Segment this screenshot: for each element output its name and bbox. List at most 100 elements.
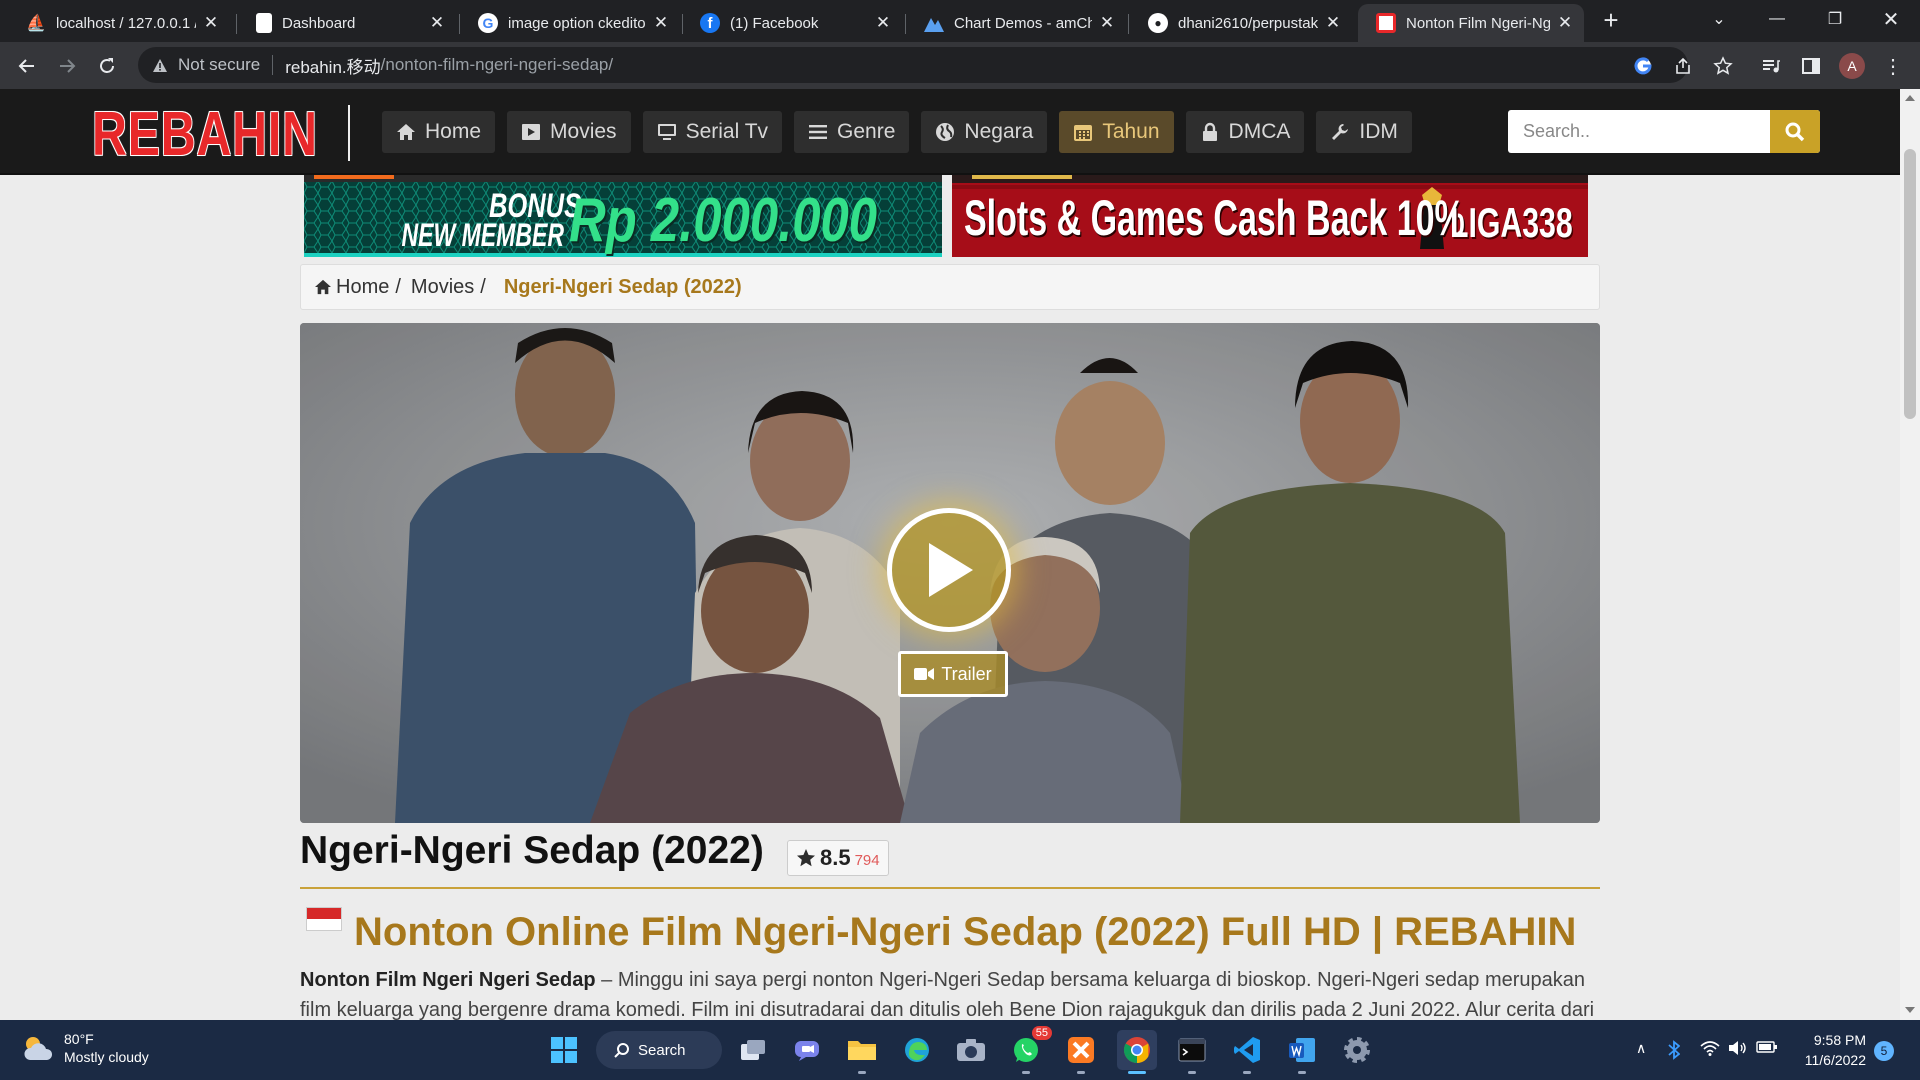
reload-icon[interactable] <box>94 53 120 79</box>
wifi-icon[interactable] <box>1700 1040 1720 1056</box>
nav-label: Genre <box>837 120 896 143</box>
running-indicator <box>1022 1071 1030 1074</box>
facebook-icon: f <box>700 13 720 33</box>
ad-banner-bonus[interactable]: BONUS NEW MEMBER Rp 2.000.000 <box>304 175 942 257</box>
star-icon <box>796 848 816 868</box>
side-panel-icon[interactable] <box>1798 53 1824 79</box>
nav-serial-tv[interactable]: Serial Tv <box>642 111 783 153</box>
windows-logo-icon <box>550 1036 578 1064</box>
page-scrollbar[interactable] <box>1900 89 1920 1020</box>
play-icon <box>923 541 975 599</box>
nav-movies[interactable]: Movies <box>507 111 631 153</box>
taskbar-settings[interactable] <box>1337 1030 1377 1070</box>
github-icon: ● <box>1148 13 1168 33</box>
bluetooth-icon[interactable] <box>1668 1040 1680 1060</box>
task-view-button[interactable] <box>733 1030 773 1070</box>
scroll-down-arrow-icon[interactable] <box>1905 1007 1915 1013</box>
warning-triangle-icon[interactable] <box>152 58 168 73</box>
taskbar-chrome[interactable] <box>1117 1030 1157 1074</box>
address-bar[interactable]: Not secure rebahin.移动/nonton-film-ngeri-… <box>138 47 1688 83</box>
play-button[interactable] <box>887 508 1011 632</box>
main-nav: Home Movies Serial Tv Genre Negara Tahun… <box>382 111 1412 153</box>
ad-banner-liga338[interactable]: Slots & Games Cash Back 10% LIGA338 <box>952 175 1588 257</box>
more-menu-icon[interactable]: ⋮ <box>1880 53 1906 79</box>
search-button[interactable] <box>1770 110 1820 153</box>
restore-button[interactable]: ❐ <box>1806 0 1864 38</box>
taskbar-file-explorer[interactable] <box>842 1030 882 1074</box>
banner-liga-brand: LIGA338 <box>1450 199 1573 246</box>
share-icon[interactable] <box>1670 53 1696 79</box>
taskbar-camera[interactable] <box>951 1030 991 1070</box>
breadcrumb-movies[interactable]: Movies <box>411 276 474 299</box>
site-header: REBAHIN Home Movies Serial Tv Genre Nega… <box>0 89 1900 175</box>
close-icon[interactable]: ✕ <box>1098 13 1116 33</box>
forward-arrow-icon[interactable] <box>54 53 80 79</box>
tab-google[interactable]: G image option ckeditor ✕ <box>460 4 680 42</box>
tab-separator <box>236 14 237 34</box>
close-icon[interactable]: ✕ <box>428 13 446 33</box>
taskbar-xampp[interactable] <box>1061 1030 1101 1074</box>
new-tab-button[interactable]: + <box>1598 7 1624 34</box>
tab-dashboard[interactable]: Dashboard ✕ <box>238 4 456 42</box>
site-logo[interactable]: REBAHIN <box>92 99 318 170</box>
nav-negara[interactable]: Negara <box>921 111 1048 153</box>
google-lens-icon[interactable] <box>1630 53 1656 79</box>
taskbar-terminal[interactable] <box>1172 1030 1212 1074</box>
notification-count-badge[interactable]: 5 <box>1874 1041 1894 1061</box>
clock-date: 11/6/2022 <box>1804 1052 1866 1068</box>
taskbar-search[interactable]: Search <box>596 1031 722 1069</box>
start-button[interactable] <box>544 1030 584 1070</box>
minimize-button[interactable]: — <box>1748 0 1806 38</box>
tab-phpmyadmin[interactable]: ⛵ localhost / 127.0.0.1 / ✕ <box>8 4 230 42</box>
camera-icon <box>956 1038 986 1062</box>
taskbar-teams-chat[interactable] <box>787 1030 827 1070</box>
scrollbar-thumb[interactable] <box>1904 149 1916 419</box>
volume-icon[interactable] <box>1728 1040 1748 1056</box>
nav-idm[interactable]: IDM <box>1316 111 1412 153</box>
security-label[interactable]: Not secure <box>178 55 260 75</box>
url-path: /nonton-film-ngeri-ngeri-sedap/ <box>380 55 614 74</box>
nav-genre[interactable]: Genre <box>794 111 910 153</box>
nav-tahun[interactable]: Tahun <box>1059 111 1174 153</box>
running-indicator <box>1188 1071 1196 1074</box>
tab-rebahin[interactable]: Nonton Film Ngeri-Ngeri ✕ <box>1358 4 1584 42</box>
search-input[interactable] <box>1508 110 1770 153</box>
window-close-button[interactable]: ✕ <box>1862 0 1920 38</box>
video-player[interactable]: Trailer <box>300 323 1600 823</box>
system-clock[interactable]: 9:58 PM 11/6/2022 <box>1796 1030 1866 1070</box>
xampp-icon <box>1067 1036 1095 1064</box>
nav-home[interactable]: Home <box>382 111 496 153</box>
globe-icon <box>935 122 955 142</box>
tab-facebook[interactable]: f (1) Facebook ✕ <box>682 4 902 42</box>
tray-overflow-chevron-icon[interactable]: ∧ <box>1636 1040 1646 1057</box>
close-icon[interactable]: ✕ <box>874 13 892 33</box>
logo-divider <box>348 105 350 161</box>
weather-temperature: 80°F <box>64 1031 94 1047</box>
taskbar-word[interactable] <box>1282 1030 1322 1074</box>
taskbar-edge[interactable] <box>897 1030 937 1070</box>
close-icon[interactable]: ✕ <box>652 13 670 33</box>
home-icon <box>396 122 416 142</box>
taskbar-whatsapp[interactable]: 55 <box>1006 1026 1052 1074</box>
trailer-button[interactable]: Trailer <box>898 651 1008 697</box>
tab-amcharts[interactable]: Chart Demos - amCharts ✕ <box>906 4 1126 42</box>
scroll-up-arrow-icon[interactable] <box>1905 95 1915 101</box>
breadcrumb: Home / Movies / Ngeri-Ngeri Sedap (2022) <box>300 264 1600 310</box>
tab-search-chevron-icon[interactable]: ⌄ <box>1690 0 1748 38</box>
tab-title: Chart Demos - amCharts <box>954 14 1092 32</box>
banner-liga-text: Slots & Games Cash Back 10% <box>964 190 1465 246</box>
tab-title: (1) Facebook <box>730 14 819 32</box>
close-icon[interactable]: ✕ <box>1324 13 1342 33</box>
back-arrow-icon[interactable] <box>14 53 40 79</box>
breadcrumb-home[interactable]: Home <box>336 276 389 299</box>
close-icon[interactable]: ✕ <box>202 13 220 33</box>
weather-widget[interactable]: 80°F Mostly cloudy <box>22 1030 149 1066</box>
bookmark-star-icon[interactable] <box>1710 53 1736 79</box>
media-queue-icon[interactable] <box>1758 53 1784 79</box>
profile-avatar[interactable]: A <box>1839 53 1865 79</box>
tab-github[interactable]: ● dhani2610/perpustakaan ✕ <box>1130 4 1352 42</box>
nav-dmca[interactable]: DMCA <box>1185 111 1305 153</box>
taskbar-vscode[interactable] <box>1227 1030 1267 1074</box>
close-icon[interactable]: ✕ <box>1556 13 1574 33</box>
battery-icon[interactable] <box>1756 1040 1778 1054</box>
